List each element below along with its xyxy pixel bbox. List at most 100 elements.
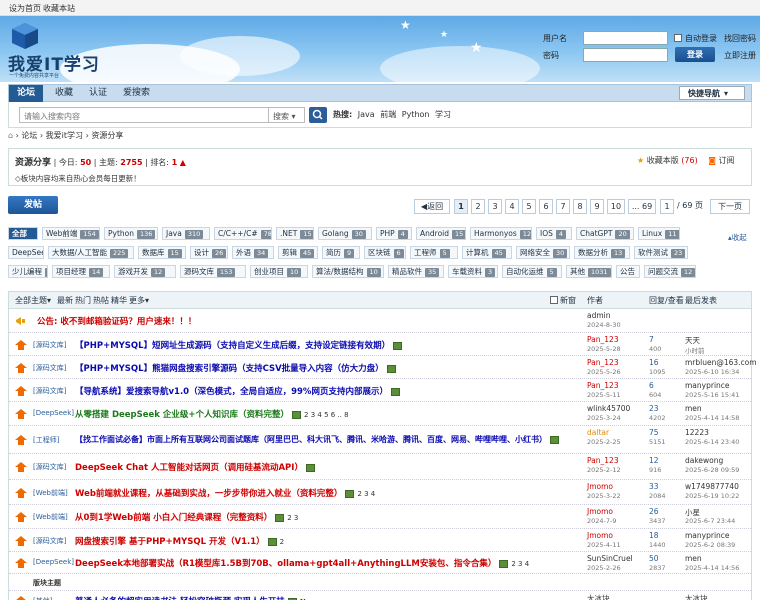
forgot-password-link[interactable]: 找回密码: [724, 33, 756, 44]
category-item[interactable]: 区块链 6: [364, 246, 406, 259]
breadcrumb-forum[interactable]: 论坛: [21, 131, 37, 140]
hot-thread-icon[interactable]: [15, 488, 27, 498]
hot-thread-icon[interactable]: [15, 536, 27, 546]
category-item[interactable]: 精品软件 35: [388, 265, 444, 278]
page-input[interactable]: 1: [660, 199, 674, 214]
thread-author[interactable]: wlink45700: [587, 404, 630, 413]
quick-nav-dropdown[interactable]: 快捷导航 ▾: [679, 86, 745, 100]
thread-title[interactable]: 普通人必备的超实用读书法 轻松突破瓶颈 实现人生开挂New: [75, 595, 317, 600]
filter-hot[interactable]: 热门: [75, 295, 91, 306]
category-item[interactable]: Linux 11: [638, 227, 680, 240]
thread-type-tag[interactable]: [源码文库]: [33, 536, 66, 546]
thread-author[interactable]: daltar: [587, 428, 609, 437]
thread-title[interactable]: 【PHP+MYSQL】短网址生成源码（支持自定义生成后缀，支持设定链接有效期）: [75, 339, 403, 351]
thread-pages[interactable]: 2: [280, 538, 284, 546]
category-item[interactable]: Golang 30: [318, 227, 372, 240]
category-item[interactable]: Android 15: [416, 227, 466, 240]
category-item[interactable]: 外语 34: [232, 246, 274, 259]
thread-type-tag[interactable]: [源码文库]: [33, 386, 66, 396]
search-input[interactable]: 请输入搜索内容: [19, 107, 269, 123]
filter-more[interactable]: 更多▾: [129, 295, 149, 306]
tab-verify[interactable]: 认证: [81, 85, 115, 102]
thread-type-tag[interactable]: [Web前端]: [33, 488, 68, 498]
bookmark-link[interactable]: 收藏本站: [43, 3, 75, 14]
hot-thread-icon[interactable]: [15, 435, 27, 445]
category-item[interactable]: 软件测试 23: [634, 246, 688, 259]
hot-search-item[interactable]: Java: [358, 110, 375, 119]
category-item[interactable]: Harmonyos 12: [470, 227, 532, 240]
new-window-checkbox[interactable]: [550, 296, 558, 304]
page-link[interactable]: 10: [607, 199, 625, 214]
thread-title[interactable]: 公告: 收不到邮箱验证码？用户速来！！！: [37, 315, 196, 327]
filter-hot-post[interactable]: 热帖: [93, 295, 109, 306]
thread-title[interactable]: DeepSeek本地部署实战（R1模型库1.5B到70B、ollama+gpt4…: [75, 557, 529, 569]
search-type-select[interactable]: 搜索 ▾: [269, 107, 305, 123]
new-post-button[interactable]: 发帖: [8, 196, 58, 214]
category-item[interactable]: 创业项目 10: [250, 265, 308, 278]
category-item[interactable]: IOS 4: [536, 227, 572, 240]
thread-author[interactable]: admin: [587, 311, 611, 320]
subscribe-button[interactable]: 订阅: [719, 156, 735, 165]
category-item[interactable]: 简历 9: [322, 246, 360, 259]
thread-type-tag[interactable]: [其他]: [33, 596, 52, 600]
category-item[interactable]: 自动化运维 5: [502, 265, 562, 278]
category-item[interactable]: 计算机 45: [462, 246, 512, 259]
category-item[interactable]: 项目经理 14: [52, 265, 110, 278]
thread-title[interactable]: 【PHP+MYSQL】熊猫网盘搜索引擎源码（支持CSV批量导入内容（仿大力盘）: [75, 362, 396, 374]
category-item[interactable]: 其他 1031: [566, 265, 612, 278]
auto-login-checkbox[interactable]: [674, 34, 682, 42]
thread-author[interactable]: Jmomo: [587, 531, 613, 540]
filter-digest[interactable]: 精华: [111, 295, 127, 306]
category-item[interactable]: C/C++/C# 78: [214, 227, 272, 240]
thread-type-tag[interactable]: [源码文库]: [33, 363, 66, 373]
thread-title[interactable]: 从0到1学Web前端 小白入门经典课程（完整资料） 2 3: [75, 511, 298, 523]
thread-pages[interactable]: 2 3 4 5 6 .. 8: [304, 411, 349, 419]
breadcrumb-section[interactable]: 我爱it学习: [46, 131, 83, 140]
thread-title[interactable]: 网盘搜索引擎 基于PHP+MYSQL 开发（V1.1） 2: [75, 535, 284, 547]
thread-type-tag[interactable]: [Web前端]: [33, 512, 68, 522]
favorite-forum-button[interactable]: 收藏本版: [647, 156, 679, 165]
category-item[interactable]: 数据分析 13: [574, 246, 630, 259]
thread-pages[interactable]: 2 3 4: [511, 560, 529, 568]
category-item[interactable]: Python 136: [104, 227, 158, 240]
last-poster[interactable]: manyprince: [685, 531, 730, 540]
category-item[interactable]: 网络安全 30: [516, 246, 570, 259]
back-button[interactable]: ◀返回: [414, 199, 450, 214]
last-poster[interactable]: mrbluen@163.com: [685, 358, 757, 367]
page-link[interactable]: ... 69: [628, 199, 656, 214]
category-item[interactable]: 公告: [616, 265, 640, 278]
filter-all[interactable]: 全部主题▾: [15, 295, 51, 306]
hot-thread-icon[interactable]: [15, 363, 27, 373]
category-item[interactable]: Web前端 154: [42, 227, 100, 240]
hot-thread-icon[interactable]: [15, 409, 27, 419]
category-item[interactable]: 问题交流 12: [644, 265, 696, 278]
category-item[interactable]: 数据库 15: [138, 246, 186, 259]
next-page-button[interactable]: 下一页: [710, 199, 750, 214]
page-link[interactable]: 9: [590, 199, 604, 214]
thread-author[interactable]: Jmomo: [587, 507, 613, 516]
page-link[interactable]: 5: [522, 199, 536, 214]
search-button[interactable]: [309, 107, 327, 123]
category-item[interactable]: 源码文库 153: [180, 265, 246, 278]
page-link[interactable]: 7: [556, 199, 570, 214]
hot-search-item[interactable]: 前端: [380, 110, 396, 119]
last-poster[interactable]: dakewong: [685, 456, 723, 465]
thread-title[interactable]: DeepSeek Chat 人工智能对话网页（调用硅基流动API）: [75, 461, 315, 473]
thread-pages[interactable]: 2 3: [287, 514, 298, 522]
last-poster[interactable]: w1749877740: [685, 482, 739, 491]
last-poster[interactable]: 大冰块: [685, 593, 708, 600]
category-item[interactable]: 剪辑 45: [278, 246, 318, 259]
category-item[interactable]: 车载资料 3: [448, 265, 498, 278]
last-poster[interactable]: manyprince: [685, 381, 730, 390]
thread-type-tag[interactable]: [工程师]: [33, 435, 59, 445]
filter-latest[interactable]: 最新: [57, 295, 73, 306]
page-link[interactable]: 4: [505, 199, 519, 214]
thread-title[interactable]: Web前端就业课程，从基础到实战，一步步带你进入就业（资料完整） 2 3 4: [75, 487, 375, 499]
category-item[interactable]: 少儿编程14: [8, 265, 48, 278]
page-link[interactable]: 6: [539, 199, 553, 214]
last-poster[interactable]: men: [685, 404, 702, 413]
password-input[interactable]: [583, 48, 668, 62]
home-icon[interactable]: ⌂: [8, 131, 13, 140]
page-link[interactable]: 2: [471, 199, 485, 214]
category-item[interactable]: 游戏开发 12: [114, 265, 176, 278]
